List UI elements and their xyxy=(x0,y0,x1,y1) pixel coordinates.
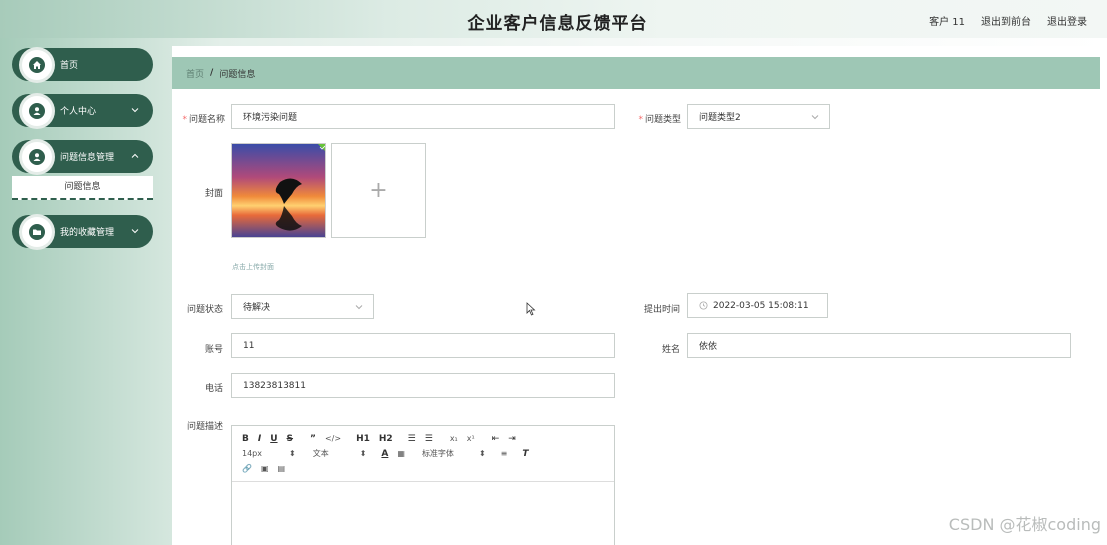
chevron-updown-icon: ⬍ xyxy=(289,449,296,458)
current-user[interactable]: 客户 11 xyxy=(929,13,965,28)
chevron-down-icon xyxy=(355,305,363,310)
superscript-button[interactable]: x¹ xyxy=(467,434,475,443)
ordered-list-button[interactable]: ☰ xyxy=(408,434,416,444)
upload-cover-tip[interactable]: 点击上传封面 xyxy=(232,262,274,272)
exit-to-front-link[interactable]: 退出到前台 xyxy=(981,13,1031,28)
question-name-label: * 问题名称 xyxy=(182,115,225,125)
sidebar-item-personal-center[interactable]: 个人中心 xyxy=(12,94,153,127)
chevron-down-icon xyxy=(811,115,819,120)
sidebar-item-question-management[interactable]: 问题信息管理 xyxy=(12,140,153,173)
font-color-button[interactable]: A xyxy=(381,449,388,459)
font-size-select[interactable]: 14px xyxy=(242,449,262,458)
sidebar-item-label: 我的收藏管理 xyxy=(60,228,115,238)
top-header: 企业客户信息反馈平台 客户 11 退出到前台 退出登录 xyxy=(0,0,1107,38)
subscript-button[interactable]: x₁ xyxy=(450,434,458,443)
upload-cover-button[interactable]: + xyxy=(331,143,426,238)
submenu-item-question-info[interactable]: 问题信息 xyxy=(12,176,153,200)
sidebar-item-label: 个人中心 xyxy=(60,107,97,117)
clear-format-button[interactable]: T xyxy=(522,449,528,459)
outdent-button[interactable]: ⇤ xyxy=(492,434,500,444)
chevron-updown-icon: ⬍ xyxy=(359,449,367,458)
question-type-label: * 问题类型 xyxy=(638,115,681,125)
code-button[interactable]: </> xyxy=(325,434,341,443)
chevron-updown-icon: ⬍ xyxy=(478,449,486,458)
strikethrough-button[interactable]: S xyxy=(287,434,293,444)
editor-toolbar: B I U S ” </> H1 H2 ☰ ☰ x₁ x¹ ⇤ ⇥ 14px ⬍… xyxy=(232,426,614,482)
bullet-list-button[interactable]: ☰ xyxy=(425,434,433,444)
clock-icon xyxy=(699,301,708,310)
cover-label: 封面 xyxy=(204,189,223,199)
submit-time-label: 提出时间 xyxy=(643,305,680,315)
align-button[interactable]: ≡ xyxy=(501,449,508,458)
question-type-select[interactable]: 问题类型2 xyxy=(687,104,830,129)
plus-icon: + xyxy=(369,178,388,203)
name-input[interactable]: 依依 xyxy=(687,333,1071,358)
breadcrumb: 首页 / 问题信息 xyxy=(172,57,1100,89)
quote-button[interactable]: ” xyxy=(310,434,316,444)
indent-button[interactable]: ⇥ xyxy=(508,434,516,444)
chevron-down-icon xyxy=(131,108,139,113)
rich-text-editor: B I U S ” </> H1 H2 ☰ ☰ x₁ x¹ ⇤ ⇥ 14px ⬍… xyxy=(231,425,615,545)
text-style-select[interactable]: 文本 xyxy=(313,448,329,459)
header-actions: 客户 11 退出到前台 退出登录 xyxy=(929,13,1087,28)
h2-button[interactable]: H2 xyxy=(379,434,393,444)
underline-button[interactable]: U xyxy=(270,434,277,444)
sidebar-item-label: 问题信息管理 xyxy=(60,153,115,163)
background-color-button[interactable]: ▦ xyxy=(397,449,405,458)
sidebar: 首页 个人中心 问题信息管理 问题信息 我的收藏管理 xyxy=(0,38,165,545)
sidebar-item-home[interactable]: 首页 xyxy=(12,48,153,81)
submit-time-picker[interactable]: 2022-03-05 15:08:11 xyxy=(687,293,828,318)
main-content: 首页 / 问题信息 *问题名称 环境污染问题 *问题类型 问题类型2 封面 xyxy=(172,46,1100,545)
description-label: 问题描述 xyxy=(186,422,223,432)
folder-icon xyxy=(22,216,52,247)
cover-image[interactable] xyxy=(231,143,326,238)
h1-button[interactable]: H1 xyxy=(356,434,370,444)
breadcrumb-home[interactable]: 首页 xyxy=(186,67,204,80)
video-icon[interactable]: ▤ xyxy=(278,464,286,473)
logout-link[interactable]: 退出登录 xyxy=(1047,13,1087,28)
image-icon[interactable]: ▣ xyxy=(261,464,269,473)
phone-label: 电话 xyxy=(204,384,223,394)
italic-button[interactable]: I xyxy=(258,434,261,444)
account-input[interactable]: 11 xyxy=(231,333,615,358)
link-icon[interactable]: 🔗 xyxy=(242,464,252,473)
status-label: 问题状态 xyxy=(186,305,223,315)
watermark: CSDN @花椒coding xyxy=(948,515,1101,534)
name-label: 姓名 xyxy=(661,345,680,355)
font-family-select[interactable]: 标准字体 xyxy=(422,448,454,459)
user-icon xyxy=(22,95,52,126)
bold-button[interactable]: B xyxy=(242,434,249,444)
user-icon xyxy=(22,141,52,172)
chevron-down-icon xyxy=(131,229,139,234)
phone-input[interactable]: 13823813811 xyxy=(231,373,615,398)
home-icon xyxy=(22,49,52,80)
breadcrumb-separator: / xyxy=(210,68,214,78)
breadcrumb-current: 问题信息 xyxy=(219,69,256,80)
mouse-cursor-icon xyxy=(526,302,536,316)
sidebar-item-label: 首页 xyxy=(60,61,79,71)
status-select[interactable]: 待解决 xyxy=(231,294,374,319)
account-label: 账号 xyxy=(204,345,223,355)
editor-content-area[interactable] xyxy=(232,482,614,545)
question-name-input[interactable]: 环境污染问题 xyxy=(231,104,615,129)
chevron-up-icon xyxy=(131,153,139,158)
sidebar-item-favorites-management[interactable]: 我的收藏管理 xyxy=(12,215,153,248)
